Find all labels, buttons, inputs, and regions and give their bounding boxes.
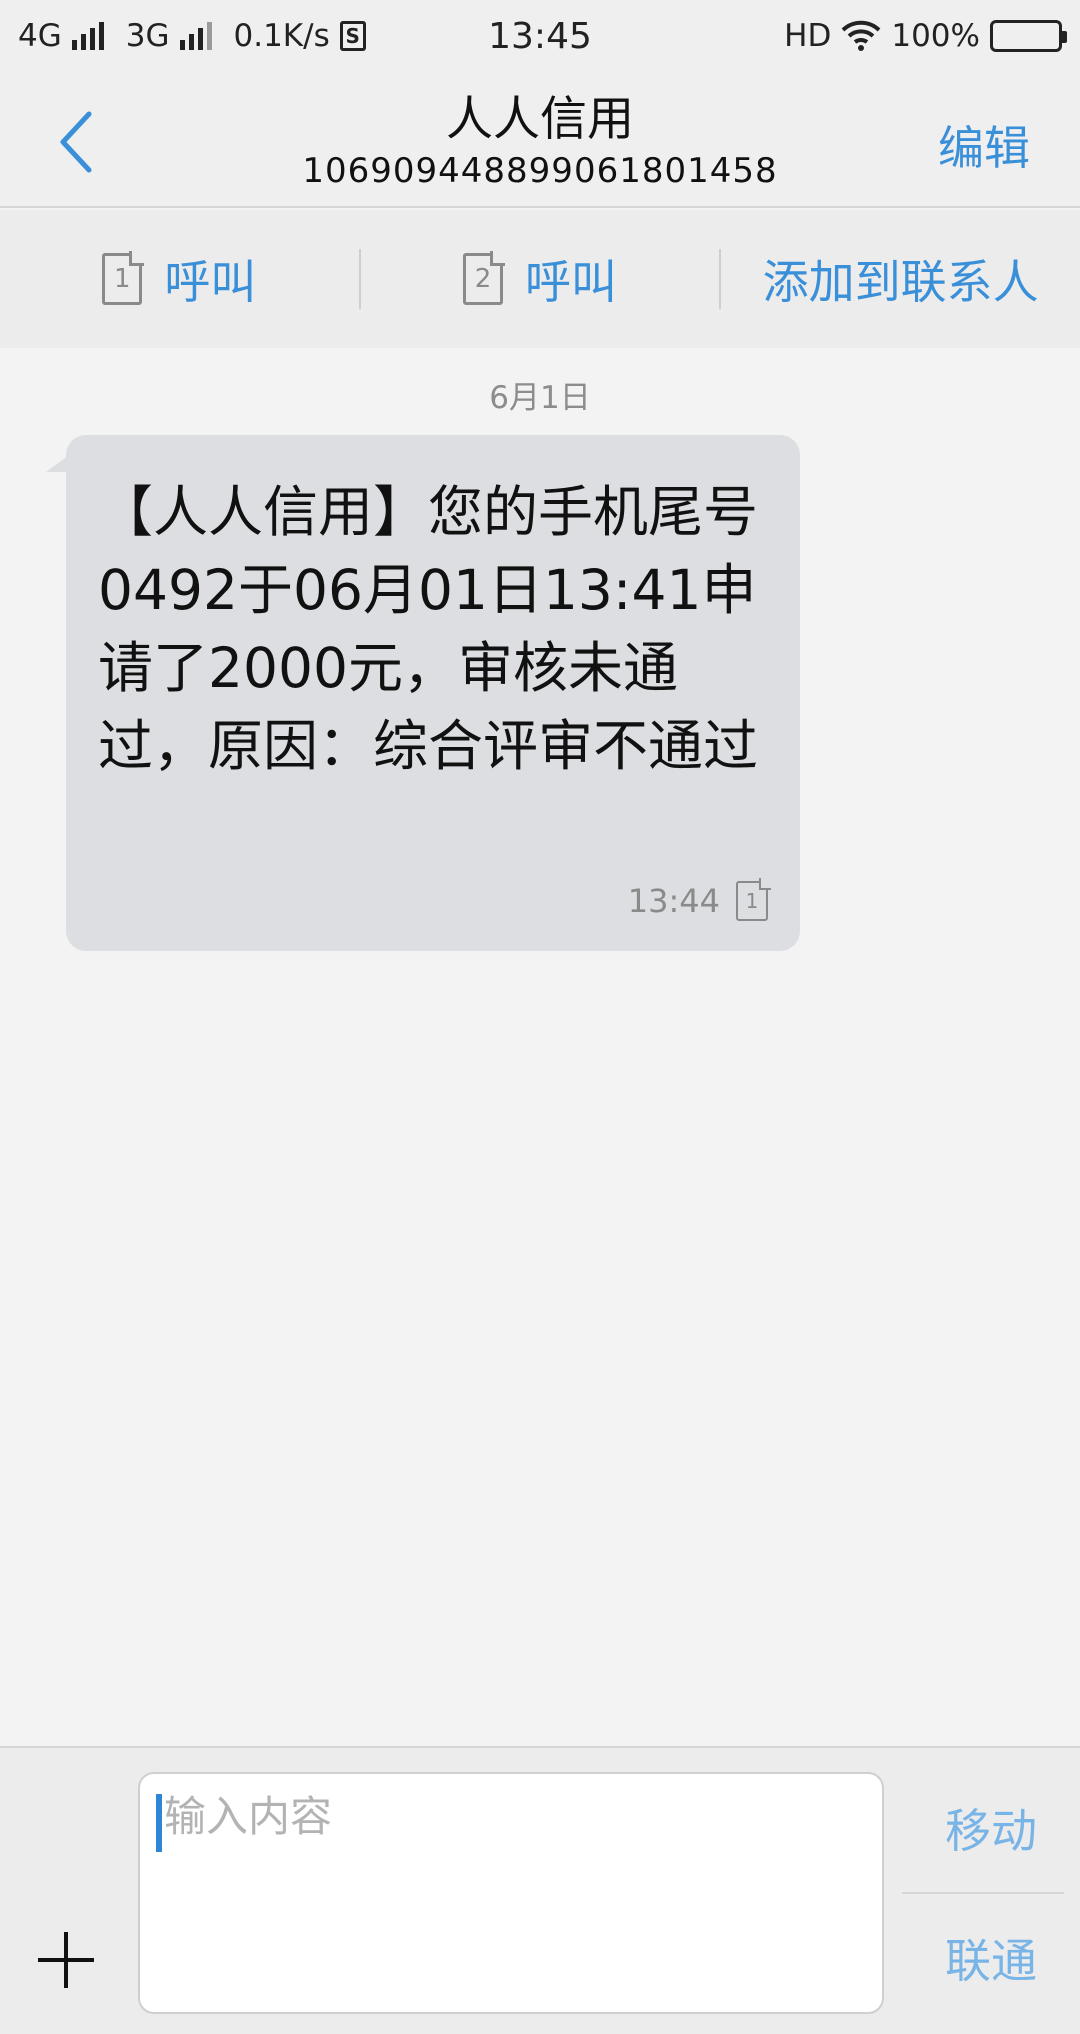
network-speed: 0.1K/s xyxy=(233,18,330,54)
add-to-contacts-button[interactable]: 添加到联系人 xyxy=(721,210,1080,348)
text-caret xyxy=(156,1794,162,1852)
edit-button[interactable]: 编辑 xyxy=(938,112,1030,178)
signal-strength-icon xyxy=(179,22,212,50)
date-separator: 6月1日 xyxy=(489,380,591,416)
status-bar: 4G 3G 0.1K/s S 13:45 HD 100% xyxy=(0,0,1080,72)
wifi-icon xyxy=(841,20,881,51)
battery-percent: 100% xyxy=(891,18,980,54)
message-input[interactable] xyxy=(156,1792,866,1841)
call-label: 呼叫 xyxy=(525,255,617,309)
divider xyxy=(902,1892,1064,1894)
send-via-mobile-button[interactable]: 移动 xyxy=(902,1768,1080,1888)
add-to-contacts-label: 添加到联系人 xyxy=(762,255,1039,309)
send-via-unicom-button[interactable]: 联通 xyxy=(902,1898,1080,2018)
message-input-box[interactable] xyxy=(138,1772,884,2014)
contact-number: 106909448899061801458 xyxy=(302,151,778,191)
battery-icon xyxy=(990,20,1067,52)
call-sim2-button[interactable]: 2 呼叫 xyxy=(361,210,720,348)
message-bubble[interactable]: 【人人信用】您的手机尾号0492于06月01日13:41申请了2000元，审核未… xyxy=(66,435,800,951)
call-label: 呼叫 xyxy=(164,255,257,309)
contact-name: 人人信用 xyxy=(446,92,634,147)
message-time: 13:44 xyxy=(627,882,720,920)
message-text: 【人人信用】您的手机尾号0492于06月01日13:41申请了2000元，审核未… xyxy=(98,480,759,778)
message-meta: 13:44 1 xyxy=(628,881,768,921)
s-badge-icon: S xyxy=(339,21,366,51)
status-right: HD 100% xyxy=(784,18,1067,54)
composer-bar: 移动 联通 xyxy=(0,1746,1080,2034)
sim-card-2-icon: 2 xyxy=(463,253,503,305)
network-4g-label: 4G xyxy=(18,18,62,54)
action-row: 1 呼叫 2 呼叫 添加到联系人 xyxy=(0,210,1080,348)
conversation-header: 人人信用 106909448899061801458 编辑 xyxy=(0,72,1080,208)
sim-card-1-icon: 1 xyxy=(736,881,768,921)
call-sim1-button[interactable]: 1 呼叫 xyxy=(0,210,359,348)
signal-strength-icon xyxy=(71,22,104,50)
status-left: 4G 3G 0.1K/s S xyxy=(18,18,366,54)
send-options: 移动 联通 xyxy=(902,1748,1080,2034)
back-button[interactable] xyxy=(40,102,110,182)
sim-card-1-icon: 1 xyxy=(102,253,143,305)
add-attachment-button[interactable] xyxy=(38,1930,98,1990)
chevron-left-icon xyxy=(60,111,92,173)
contact-info: 人人信用 106909448899061801458 xyxy=(200,90,880,192)
hd-label: HD xyxy=(784,18,832,54)
network-3g-label: 3G xyxy=(125,18,170,54)
